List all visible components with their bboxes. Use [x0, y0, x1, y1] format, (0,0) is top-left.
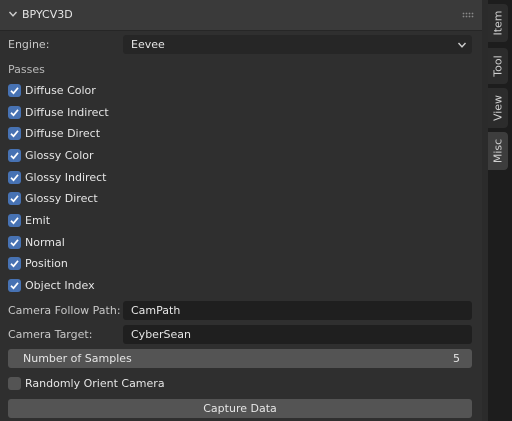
engine-dropdown[interactable]: Eevee: [123, 35, 472, 54]
camera-target-value: CyberSean: [131, 328, 191, 341]
camera-follow-path-field[interactable]: CamPath: [123, 301, 472, 320]
pass-label: Glossy Indirect: [25, 170, 107, 184]
camera-follow-path-label: Camera Follow Path:: [8, 304, 121, 317]
pass-label: Glossy Color: [25, 148, 94, 162]
drag-grip-icon[interactable]: [462, 12, 474, 18]
samples-value: 5: [453, 352, 460, 365]
tab-view[interactable]: View: [488, 88, 508, 128]
pass-label: Normal: [25, 235, 65, 249]
pass-label: Glossy Direct: [25, 191, 98, 205]
camera-target-label: Camera Target:: [8, 328, 93, 341]
engine-value: Eevee: [131, 38, 165, 51]
pass-label: Position: [25, 256, 68, 270]
checkbox-checked-icon[interactable]: [8, 170, 21, 184]
camera-target-field[interactable]: CyberSean: [123, 325, 472, 344]
pass-checkbox-object-index[interactable]: Object Index: [8, 277, 95, 293]
number-of-samples-field[interactable]: Number of Samples 5: [8, 349, 472, 368]
pass-checkbox-position[interactable]: Position: [8, 255, 68, 271]
checkbox-checked-icon[interactable]: [8, 256, 21, 270]
engine-label: Engine:: [8, 38, 50, 51]
pass-label: Emit: [25, 213, 51, 227]
capture-data-button[interactable]: Capture Data: [8, 399, 472, 418]
pass-checkbox-diffuse-direct[interactable]: Diffuse Direct: [8, 125, 100, 141]
checkbox-checked-icon[interactable]: [8, 213, 21, 227]
randomly-orient-camera-checkbox[interactable]: Randomly Orient Camera: [8, 375, 165, 391]
tab-label: View: [491, 94, 505, 122]
pass-checkbox-normal[interactable]: Normal: [8, 234, 65, 250]
checkbox-unchecked-icon[interactable]: [8, 376, 21, 390]
pass-label: Diffuse Direct: [25, 126, 101, 140]
tab-label: Item: [491, 10, 505, 36]
tab-label: Tool: [491, 55, 505, 77]
pass-label: Diffuse Indirect: [25, 105, 109, 119]
checkbox-checked-icon[interactable]: [8, 83, 21, 97]
checkbox-checked-icon[interactable]: [8, 235, 21, 249]
sidebar-tab-strip: Item Tool View Misc: [488, 0, 512, 421]
pass-checkbox-diffuse-color[interactable]: Diffuse Color: [8, 82, 96, 98]
pass-label: Diffuse Color: [25, 83, 96, 97]
samples-label: Number of Samples: [23, 352, 132, 365]
pass-checkbox-emit[interactable]: Emit: [8, 212, 50, 228]
tab-label: Misc: [491, 138, 505, 164]
pass-checkbox-glossy-color[interactable]: Glossy Color: [8, 147, 94, 163]
checkbox-checked-icon[interactable]: [8, 148, 21, 162]
chevron-down-icon[interactable]: [8, 9, 18, 19]
tab-tool[interactable]: Tool: [488, 48, 508, 84]
pass-checkbox-diffuse-indirect[interactable]: Diffuse Indirect: [8, 104, 109, 120]
tab-item[interactable]: Item: [488, 4, 508, 42]
pass-checkbox-glossy-indirect[interactable]: Glossy Indirect: [8, 169, 106, 185]
chevron-down-icon: [457, 42, 467, 48]
randomly-orient-label: Randomly Orient Camera: [25, 376, 165, 390]
passes-label: Passes: [8, 63, 45, 76]
pass-label: Object Index: [25, 278, 95, 292]
panel-title: BPYCV3D: [22, 8, 73, 21]
checkbox-checked-icon[interactable]: [8, 191, 21, 205]
checkbox-checked-icon[interactable]: [8, 278, 21, 292]
tab-misc[interactable]: Misc: [488, 132, 508, 170]
pass-checkbox-glossy-direct[interactable]: Glossy Direct: [8, 190, 98, 206]
addon-panel: BPYCV3D Engine: Eevee Passes Diffuse Col…: [0, 0, 488, 421]
panel-header[interactable]: BPYCV3D: [0, 0, 482, 31]
camera-follow-path-value: CamPath: [131, 304, 181, 317]
capture-data-label: Capture Data: [203, 402, 277, 415]
checkbox-checked-icon[interactable]: [8, 126, 21, 140]
checkbox-checked-icon[interactable]: [8, 105, 21, 119]
